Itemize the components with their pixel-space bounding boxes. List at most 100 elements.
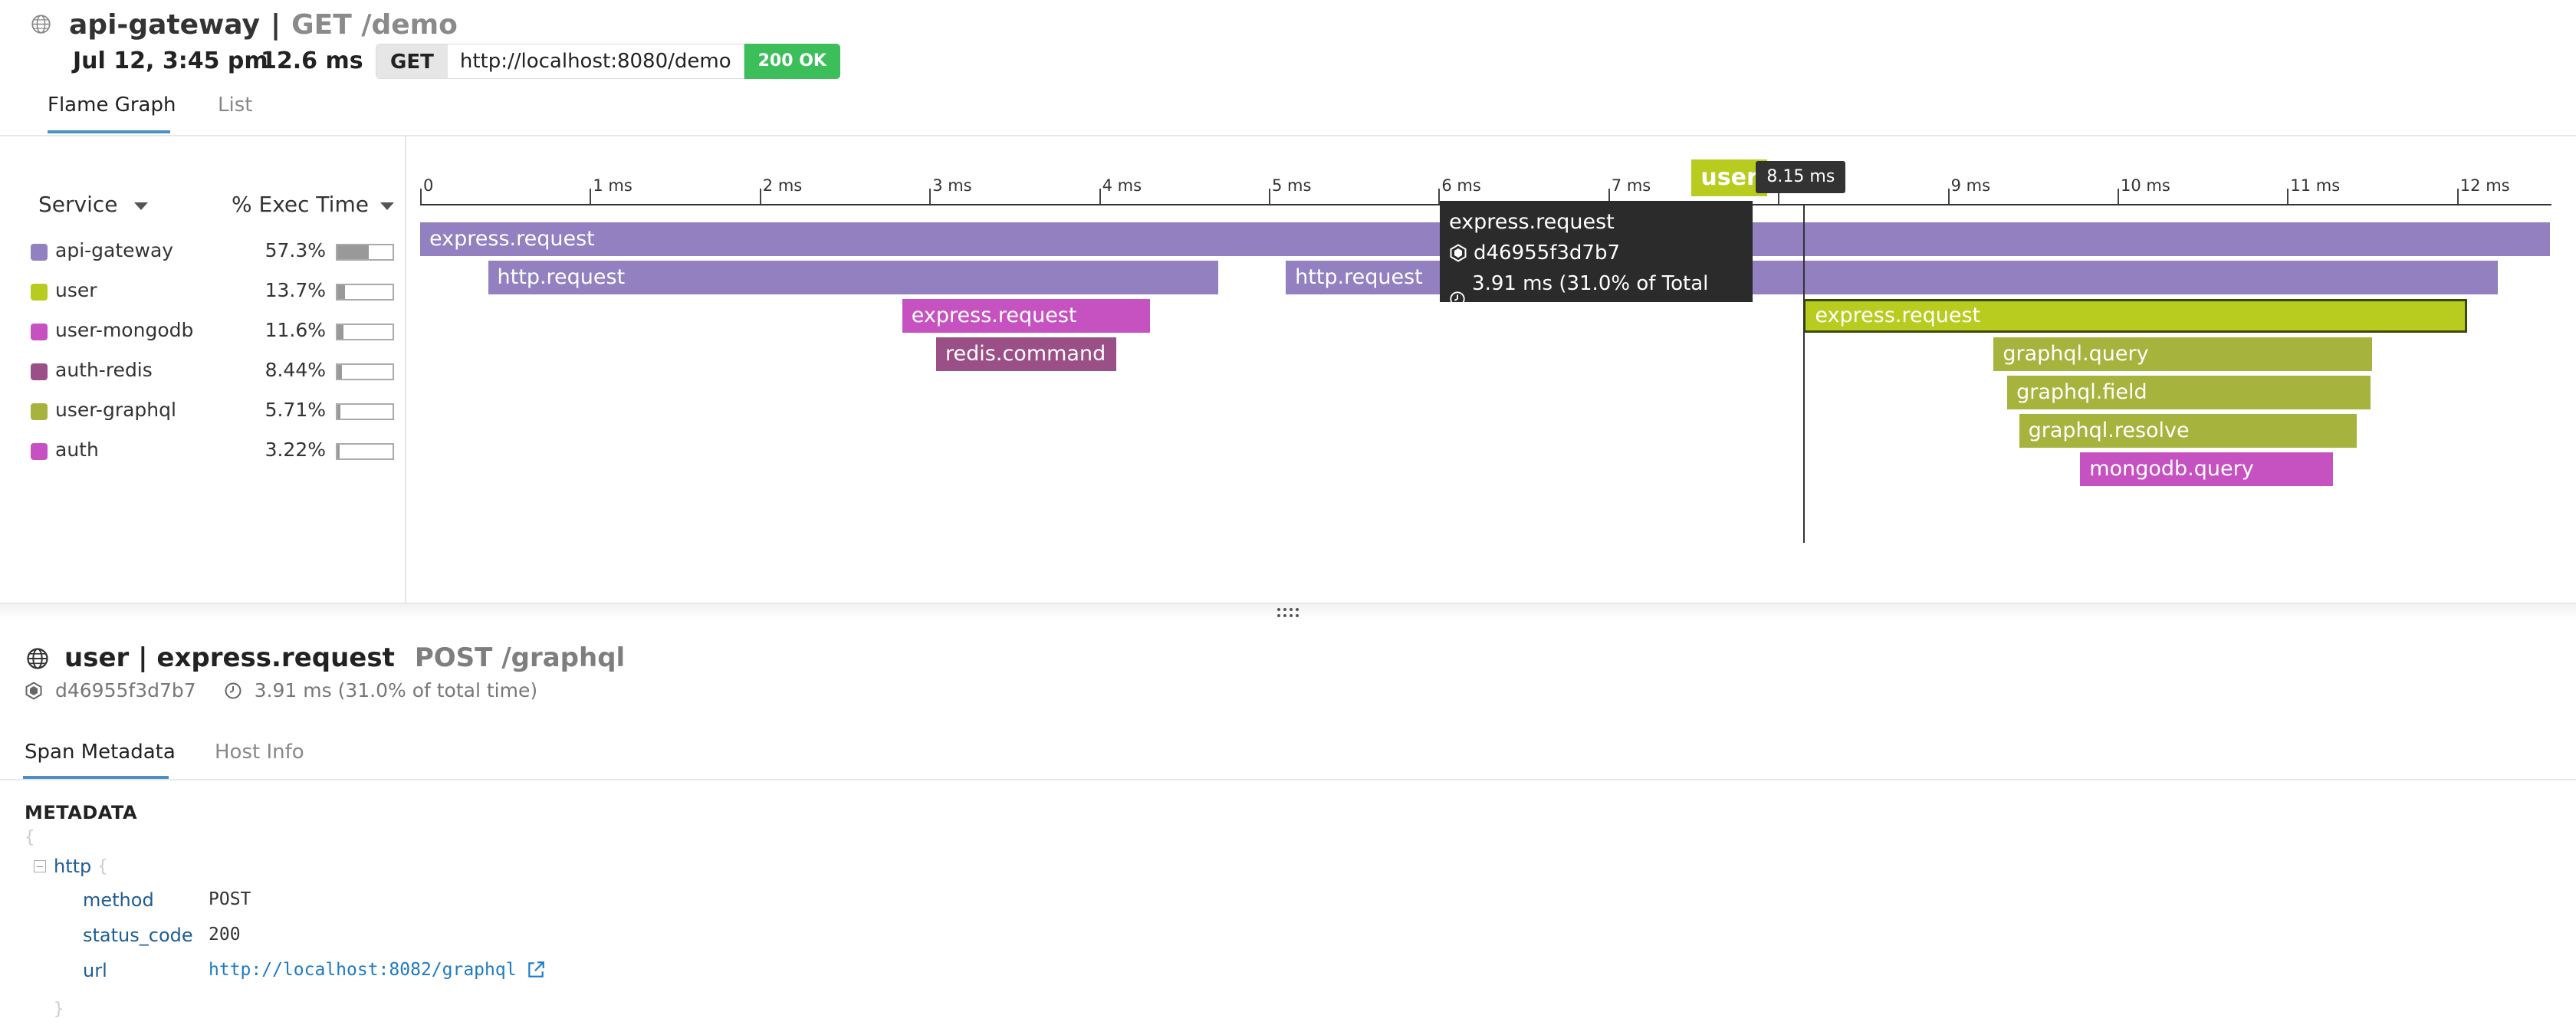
clock-icon bbox=[1450, 291, 1465, 307]
trace-header: api-gateway | GET /demo Jul 12, 3:45 pm 12… bbox=[0, 0, 2576, 136]
request-url: http://localhost:8080/demo bbox=[447, 44, 744, 79]
legend-exec-bar-fill bbox=[337, 245, 370, 259]
json-node-http[interactable]: http { bbox=[34, 856, 108, 877]
span-duration: 3.91 ms (31.0% of total time) bbox=[254, 679, 538, 702]
legend-swatch bbox=[31, 244, 48, 261]
time-cursor-line bbox=[1803, 205, 1806, 543]
span-tooltip: express.request d46955f3d7b7 3.91 ms (31… bbox=[1440, 201, 1753, 326]
axis-tick-label: 10 ms bbox=[2121, 176, 2170, 195]
external-link-icon[interactable] bbox=[526, 960, 546, 980]
flame-timeline[interactable]: 01 ms2 ms3 ms4 ms5 ms6 ms7 ms8 ms9 ms10 … bbox=[420, 136, 2551, 606]
legend-exec-bar bbox=[336, 244, 394, 261]
legend-row-api-gateway[interactable]: api-gateway 57.3% bbox=[31, 238, 399, 268]
legend-row-user-graphql[interactable]: user-graphql 5.71% bbox=[31, 397, 399, 428]
axis-tick-label: 9 ms bbox=[1950, 176, 1991, 195]
trace-title: api-gateway | GET /demo bbox=[69, 9, 458, 41]
service-legend: Service % Exec Time api-gateway 57.3% user… bbox=[0, 136, 406, 606]
axis-tick bbox=[929, 189, 932, 204]
legend-swatch bbox=[31, 324, 48, 340]
span-bar-graphql-field[interactable]: graphql.field bbox=[2007, 376, 2371, 409]
legend-exec-pct: 11.6% bbox=[264, 319, 326, 341]
span-id-icon bbox=[25, 681, 42, 700]
span-bar-mongodb-query[interactable]: mongodb.query bbox=[2080, 452, 2334, 486]
axis-tick bbox=[2456, 189, 2459, 204]
span-details-panel: user | express.request POST /graphql d469… bbox=[0, 619, 2576, 1035]
drag-handle-icon[interactable] bbox=[1276, 607, 1299, 618]
span-bar-express-request[interactable]: express.request bbox=[902, 299, 1150, 333]
globe-icon bbox=[26, 647, 49, 670]
json-open-brace: { bbox=[25, 828, 35, 847]
legend-service-name: user-graphql bbox=[55, 399, 176, 421]
axis-tick bbox=[1947, 189, 1950, 204]
axis-tick-label: 5 ms bbox=[1272, 176, 1312, 195]
axis-tick-label: 1 ms bbox=[593, 176, 632, 195]
tooltip-span-name: express.request bbox=[1449, 210, 1615, 234]
metadata-key-url: url bbox=[83, 960, 107, 981]
legend-row-auth-redis[interactable]: auth-redis 8.44% bbox=[31, 357, 399, 388]
metadata-value-url[interactable]: http://localhost:8082/graphql bbox=[209, 960, 546, 980]
legend-row-auth[interactable]: auth 3.22% bbox=[31, 437, 399, 468]
metadata-heading: METADATA bbox=[25, 802, 138, 823]
span-service-name: user bbox=[64, 642, 130, 673]
span-id: d46955f3d7b7 bbox=[55, 679, 196, 702]
active-tab-indicator bbox=[23, 776, 169, 779]
details-tabs: Span Metadata Host Info bbox=[0, 727, 2576, 780]
legend-service-name: user-mongodb bbox=[55, 319, 194, 341]
span-bar-http-request[interactable]: http.request bbox=[488, 261, 1218, 294]
legend-service-name: api-gateway bbox=[55, 239, 174, 261]
span-bar-graphql-resolve[interactable]: graphql.resolve bbox=[2019, 414, 2358, 448]
legend-exec-time-header[interactable]: % Exec Time bbox=[232, 192, 369, 217]
legend-service-name: auth bbox=[55, 439, 99, 461]
tab-flame-graph[interactable]: Flame Graph bbox=[48, 94, 176, 117]
legend-service-header[interactable]: Service bbox=[38, 192, 117, 217]
metadata-value-status_code: 200 bbox=[209, 925, 241, 945]
span-id-icon bbox=[1450, 244, 1467, 262]
clock-icon bbox=[225, 682, 242, 698]
legend-service-name: auth-redis bbox=[55, 359, 153, 381]
axis-tick-label: 0 bbox=[423, 176, 434, 195]
legend-exec-pct: 5.71% bbox=[264, 399, 326, 421]
legend-exec-pct: 8.44% bbox=[264, 359, 326, 381]
metadata-key-method: method bbox=[83, 889, 154, 911]
axis-tick-label: 7 ms bbox=[1611, 176, 1651, 195]
metadata-value-method: POST bbox=[209, 889, 251, 909]
tab-list[interactable]: List bbox=[218, 94, 252, 117]
span-summary: d46955f3d7b7 3.91 ms (31.0% of total tim… bbox=[25, 679, 537, 702]
trace-route: GET /demo bbox=[291, 9, 458, 41]
chevron-down-icon[interactable] bbox=[380, 202, 394, 210]
span-route: POST /graphql bbox=[414, 642, 626, 673]
legend-exec-bar-fill bbox=[337, 325, 344, 339]
chevron-down-icon[interactable] bbox=[134, 202, 148, 210]
axis-tick bbox=[590, 189, 592, 204]
legend-row-user[interactable]: user 13.7% bbox=[31, 278, 399, 308]
title-separator: | bbox=[138, 642, 148, 673]
axis-tick bbox=[2118, 189, 2119, 204]
span-bar-redis-command[interactable]: redis.command bbox=[936, 337, 1116, 371]
span-bar-express-request[interactable]: express.request bbox=[1803, 299, 2468, 333]
cursor-time-label: 8.15 ms bbox=[1756, 161, 1846, 193]
legend-service-name: user bbox=[55, 279, 97, 301]
axis-tick bbox=[759, 189, 761, 204]
axis-tick-label: 12 ms bbox=[2459, 176, 2510, 195]
axis-tick-label: 2 ms bbox=[762, 176, 803, 195]
tab-span-metadata[interactable]: Span Metadata bbox=[25, 741, 176, 764]
axis-tick-label: 6 ms bbox=[1441, 176, 1481, 195]
legend-swatch bbox=[31, 443, 48, 460]
metadata-value-text[interactable]: http://localhost:8082/graphql bbox=[209, 960, 517, 980]
legend-row-user-mongodb[interactable]: user-mongodb 11.6% bbox=[31, 317, 399, 348]
title-separator: | bbox=[270, 9, 281, 41]
active-tab-indicator bbox=[48, 130, 170, 133]
legend-exec-pct: 13.7% bbox=[264, 279, 326, 301]
trace-duration: 12.6 ms bbox=[261, 48, 363, 74]
legend-swatch bbox=[31, 403, 48, 420]
legend-exec-bar-fill bbox=[337, 445, 340, 458]
axis-tick bbox=[1099, 189, 1101, 204]
legend-exec-pct: 3.22% bbox=[264, 439, 326, 461]
span-bar-graphql-query[interactable]: graphql.query bbox=[1993, 337, 2373, 371]
trace-date: Jul 12, 3:45 pm bbox=[73, 48, 268, 74]
panel-resize-splitter[interactable] bbox=[0, 603, 2576, 619]
legend-exec-bar-fill bbox=[337, 365, 343, 379]
tab-host-info[interactable]: Host Info bbox=[215, 741, 304, 764]
collapse-icon[interactable] bbox=[34, 860, 46, 872]
legend-exec-bar-fill bbox=[337, 405, 341, 419]
